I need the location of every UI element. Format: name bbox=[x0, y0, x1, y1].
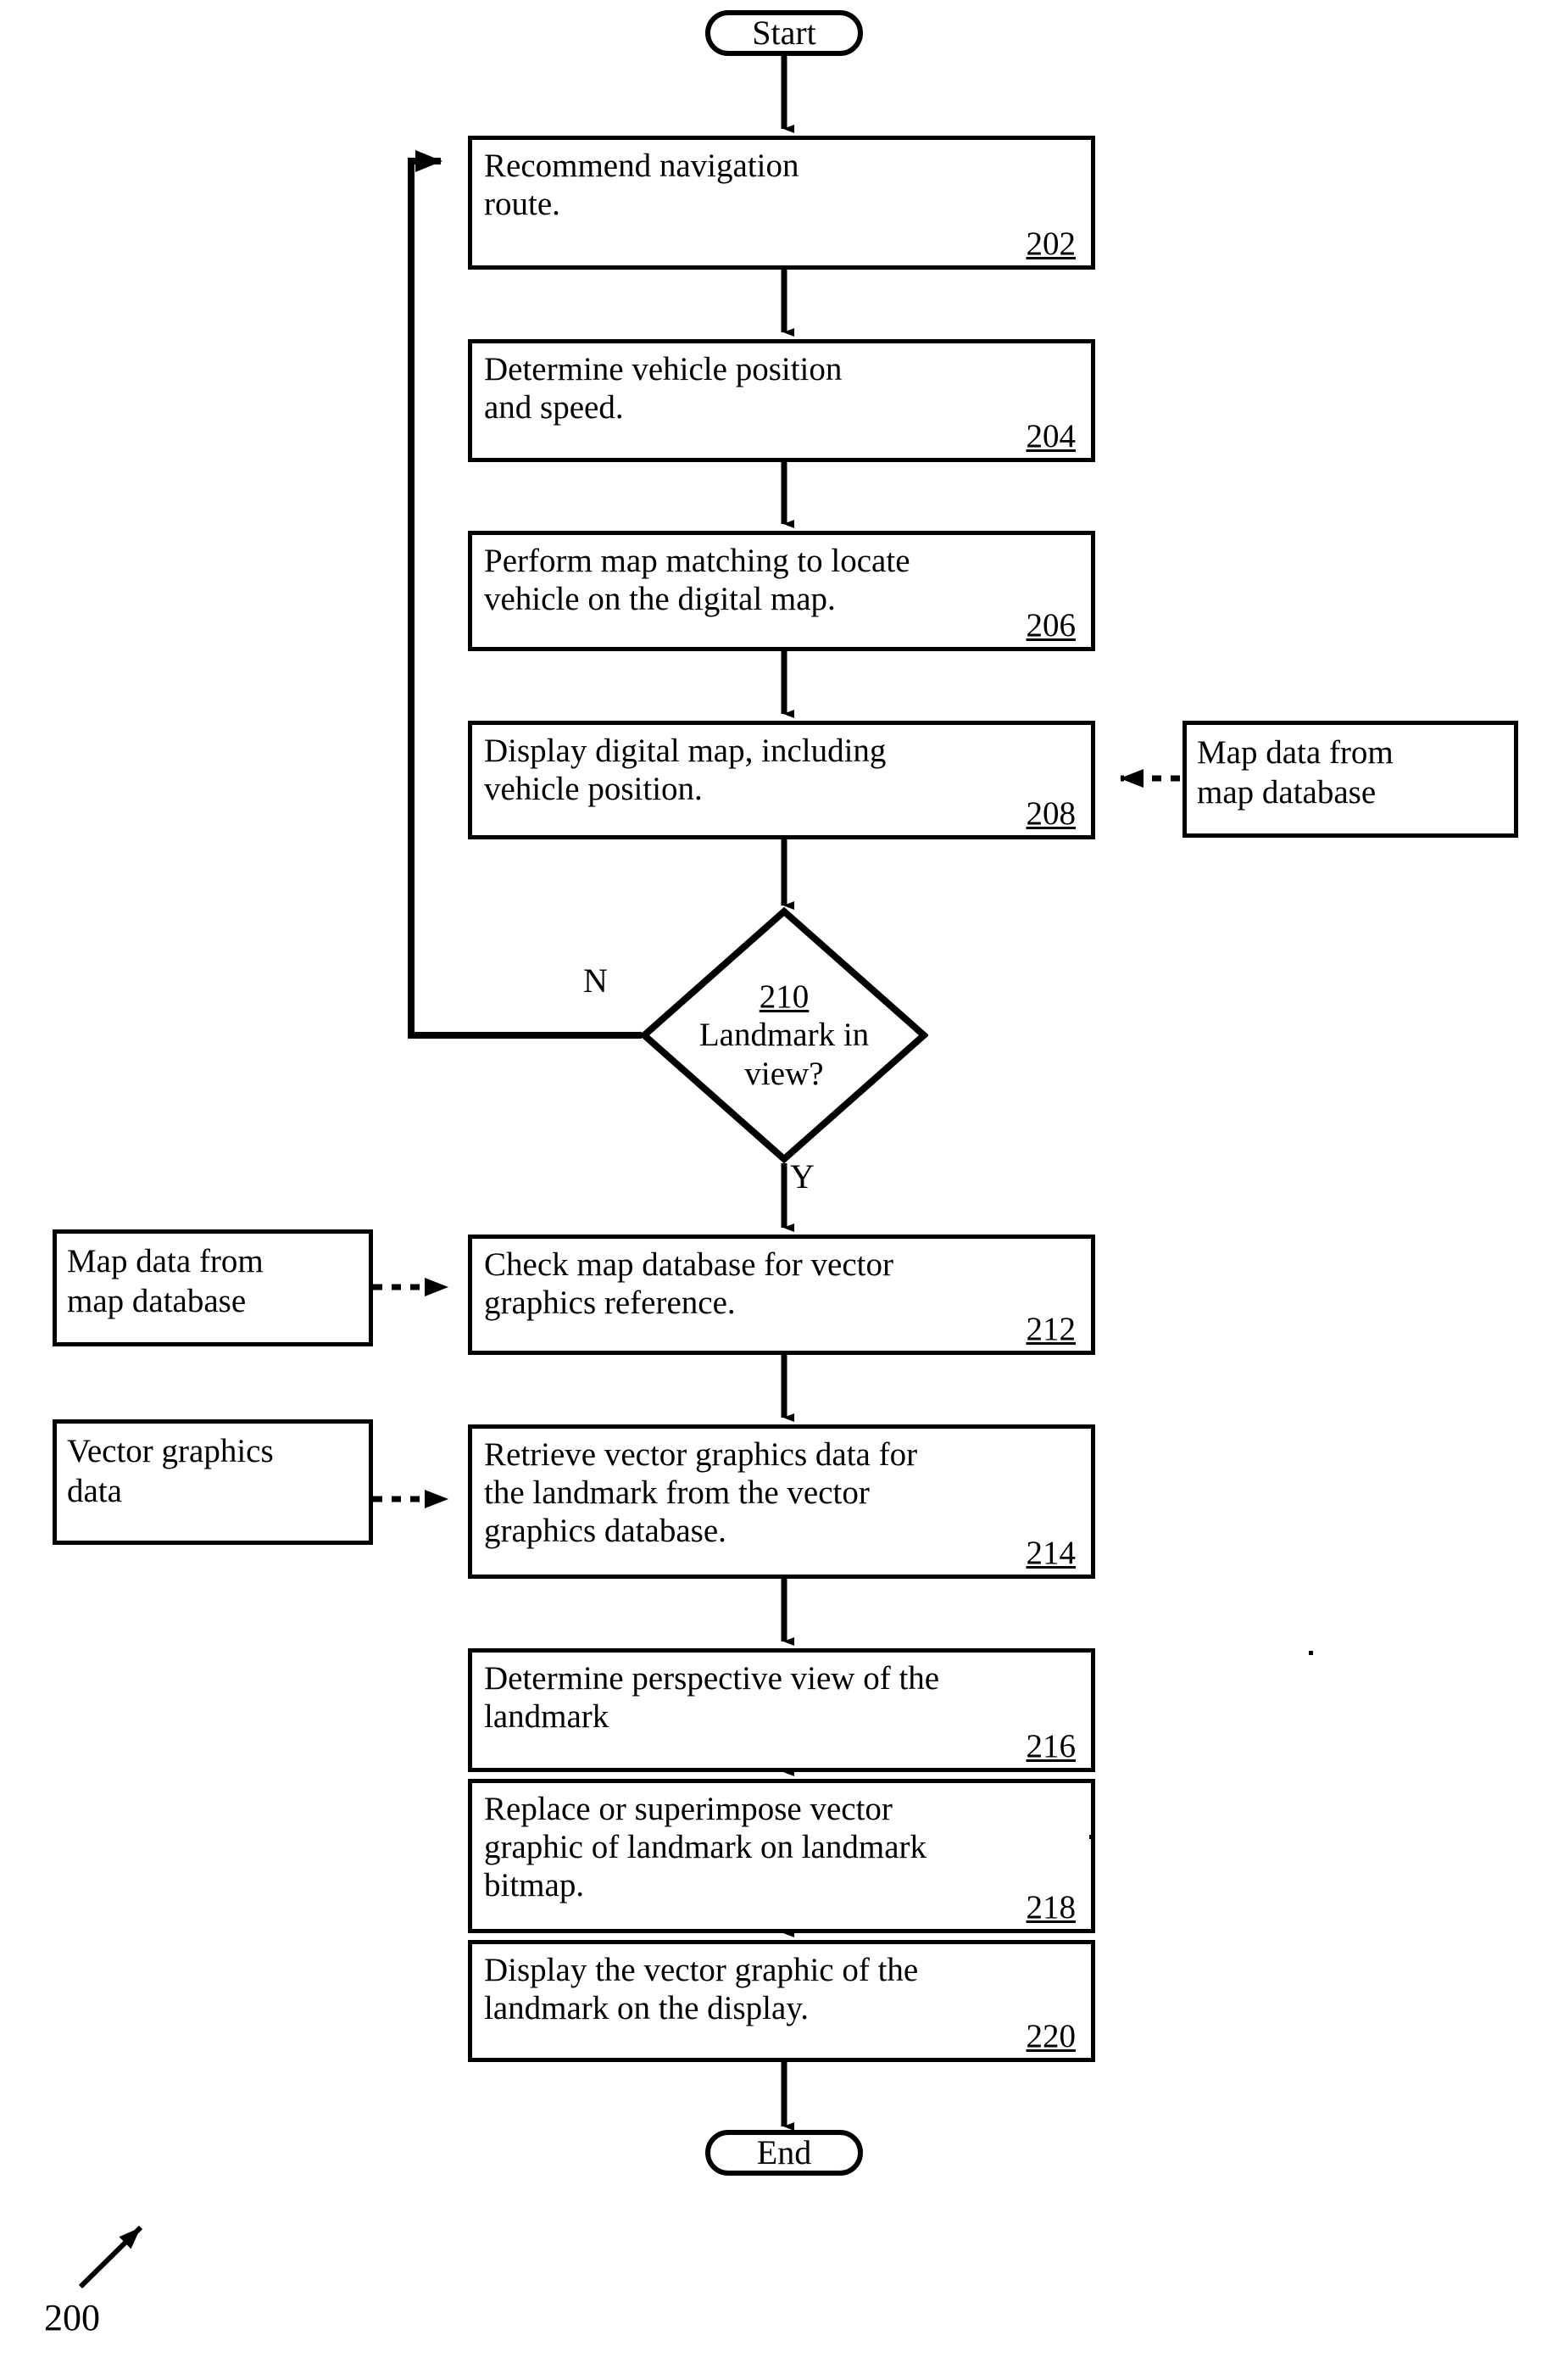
decision-210-no-label: N bbox=[583, 964, 608, 998]
node-start: Start bbox=[705, 10, 863, 56]
node-step-206-ref: 206 bbox=[1026, 607, 1077, 644]
scan-speck-1 bbox=[1089, 1835, 1093, 1839]
node-step-218: Replace or superimpose vector graphic of… bbox=[468, 1779, 1095, 1933]
flowchart-figure: Start Recommend navigation route. 202 De… bbox=[0, 0, 1547, 2380]
node-step-216-text: Determine perspective view of the landma… bbox=[484, 1660, 940, 1736]
node-step-212-ref: 212 bbox=[1026, 1311, 1077, 1347]
decision-210-label: 210 Landmark in view? bbox=[640, 907, 928, 1163]
annotation-vector-graphics-data-text: Vector graphics data bbox=[67, 1433, 274, 1509]
node-step-214-ref: 214 bbox=[1026, 1535, 1077, 1571]
node-step-220-text: Display the vector graphic of the landma… bbox=[484, 1952, 919, 2027]
node-step-220-ref: 220 bbox=[1026, 2018, 1077, 2054]
annotation-map-data-right-text: Map data from map database bbox=[1197, 734, 1394, 811]
node-step-218-text: Replace or superimpose vector graphic of… bbox=[484, 1791, 927, 1904]
node-step-204: Determine vehicle position and speed. 20… bbox=[468, 339, 1095, 462]
node-start-label: Start bbox=[752, 14, 816, 52]
node-step-202-text: Recommend navigation route. bbox=[484, 148, 799, 223]
node-step-218-ref: 218 bbox=[1026, 1889, 1077, 1926]
node-step-208: Display digital map, including vehicle p… bbox=[468, 721, 1095, 839]
node-step-204-text: Determine vehicle position and speed. bbox=[484, 351, 843, 426]
node-step-204-ref: 204 bbox=[1026, 418, 1077, 454]
annotation-vector-graphics-data: Vector graphics data bbox=[53, 1419, 373, 1545]
node-step-202-ref: 202 bbox=[1026, 226, 1077, 262]
node-step-214-text: Retrieve vector graphics data for the la… bbox=[484, 1436, 918, 1550]
yes-branch-text: Y bbox=[790, 1157, 815, 1196]
node-decision-210: 210 Landmark in view? bbox=[638, 906, 930, 1164]
node-step-208-text: Display digital map, including vehicle p… bbox=[484, 733, 887, 808]
node-step-202: Recommend navigation route. 202 bbox=[468, 136, 1095, 270]
annotation-map-data-left-text: Map data from map database bbox=[67, 1243, 264, 1319]
node-step-220: Display the vector graphic of the landma… bbox=[468, 1940, 1095, 2062]
node-step-216: Determine perspective view of the landma… bbox=[468, 1648, 1095, 1772]
node-step-212-text: Check map database for vector graphics r… bbox=[484, 1246, 893, 1322]
decision-210-question: Landmark in view? bbox=[698, 1017, 870, 1092]
node-step-216-ref: 216 bbox=[1026, 1728, 1077, 1764]
figure-callout-arrow bbox=[78, 2225, 143, 2289]
annotation-map-data-left: Map data from map database bbox=[53, 1229, 373, 1346]
node-end-label: End bbox=[756, 2133, 812, 2171]
node-step-206-text: Perform map matching to locate vehicle o… bbox=[484, 543, 910, 618]
decision-210-ref: 210 bbox=[759, 978, 810, 1016]
annotation-map-data-right: Map data from map database bbox=[1183, 721, 1518, 838]
node-end: End bbox=[705, 2130, 863, 2176]
figure-number-text: 200 bbox=[44, 2297, 100, 2338]
node-step-206: Perform map matching to locate vehicle o… bbox=[468, 531, 1095, 651]
node-step-208-ref: 208 bbox=[1026, 795, 1077, 832]
node-step-214: Retrieve vector graphics data for the la… bbox=[468, 1424, 1095, 1579]
figure-number-label: 200 bbox=[44, 2299, 100, 2337]
no-branch-text: N bbox=[583, 961, 608, 1000]
decision-210-yes-label: Y bbox=[790, 1160, 815, 1194]
node-step-212: Check map database for vector graphics r… bbox=[468, 1235, 1095, 1355]
scan-speck-2 bbox=[1309, 1651, 1313, 1655]
